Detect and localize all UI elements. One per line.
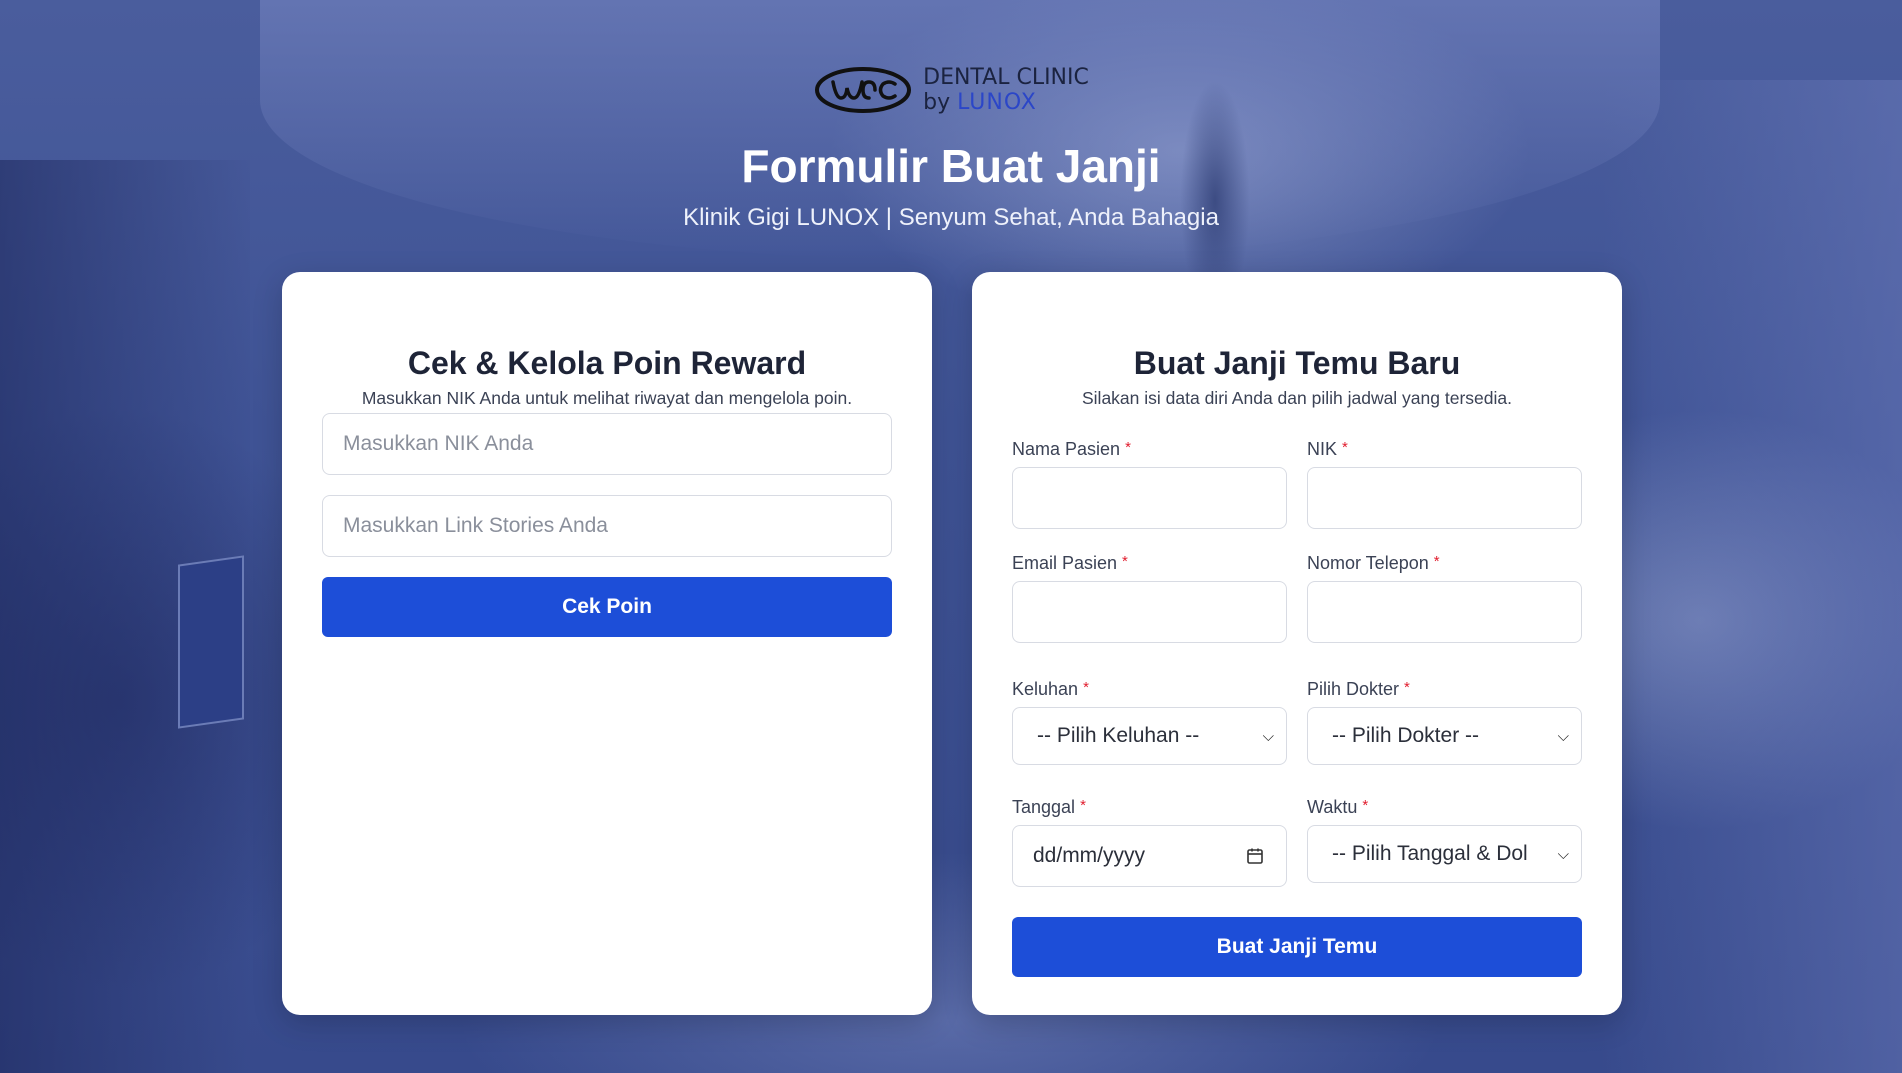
tooth-logo-icon [815,67,912,113]
field-nomor-telepon: Nomor Telepon * [1307,553,1582,643]
clinic-logo: DENTAL CLINIC by LUNOX [813,60,1089,120]
cek-poin-button[interactable]: Cek Poin [322,577,892,637]
field-email-pasien: Email Pasien * [1012,553,1287,643]
keluhan-label: Keluhan * [1012,679,1089,699]
required-mark: * [1122,553,1128,570]
required-mark: * [1080,797,1086,814]
nama-pasien-input[interactable] [1012,467,1287,529]
logo-by: by [923,90,951,115]
field-keluhan: Keluhan * -- Pilih Keluhan -- ⌵ [1012,679,1287,765]
logo-text: DENTAL CLINIC by LUNOX [923,65,1089,115]
pilih-dokter-select[interactable]: -- Pilih Dokter -- ⌵ [1307,707,1582,765]
reward-card: Cek & Kelola Poin Reward Masukkan NIK An… [282,272,932,1015]
reward-description: Masukkan NIK Anda untuk melihat riwayat … [361,388,853,408]
waktu-label: Waktu * [1307,797,1369,817]
page-title: Formulir Buat Janji [741,140,1161,192]
dokter-selected-value: -- Pilih Dokter -- [1332,724,1480,747]
email-pasien-input[interactable] [1012,581,1287,643]
appointment-title: Buat Janji Temu Baru [1133,345,1461,381]
nomor-telepon-input[interactable] [1307,581,1582,643]
keluhan-select[interactable]: -- Pilih Keluhan -- ⌵ [1012,707,1287,765]
reward-stories-link-input[interactable] [322,495,892,557]
nik-label: NIK * [1307,439,1348,459]
pilih-dokter-label: Pilih Dokter * [1307,679,1410,699]
email-pasien-label: Email Pasien * [1012,553,1128,573]
required-mark: * [1083,679,1089,696]
tanggal-label: Tanggal * [1012,797,1086,817]
tanggal-placeholder: dd/mm/yyyy [1033,844,1146,867]
field-nik: NIK * [1307,439,1582,529]
reward-title: Cek & Kelola Poin Reward [407,345,807,381]
nik-input[interactable] [1307,467,1582,529]
buat-janji-temu-button[interactable]: Buat Janji Temu [1012,917,1582,977]
background-sign [178,555,244,729]
chevron-down-icon: ⌵ [1262,727,1274,745]
waktu-selected-value: -- Pilih Tanggal & Dol [1332,842,1528,865]
reward-nik-input[interactable] [322,413,892,475]
logo-brand: LUNOX [957,90,1037,115]
field-nama-pasien: Nama Pasien * [1012,439,1287,529]
chevron-down-icon: ⌵ [1557,845,1569,863]
required-mark: * [1433,553,1440,570]
tanggal-date-input[interactable]: dd/mm/yyyy [1012,825,1287,887]
field-waktu: Waktu * -- Pilih Tanggal & Dol ⌵ [1307,797,1582,887]
logo-line-dental-clinic: DENTAL CLINIC [923,65,1089,90]
required-mark: * [1125,439,1131,456]
required-mark: * [1342,439,1348,456]
page-subtitle: Klinik Gigi LUNOX | Senyum Sehat, Anda B… [683,204,1219,231]
required-mark: * [1362,797,1369,814]
nomor-telepon-label: Nomor Telepon * [1307,553,1440,573]
chevron-down-icon: ⌵ [1557,727,1569,745]
appointment-form-grid: Nama Pasien * NIK * Email Pasien * Nomor Te… [1012,439,1582,911]
required-mark: * [1404,679,1410,696]
field-tanggal: Tanggal * dd/mm/yyyy [1012,797,1287,887]
appointment-card: Buat Janji Temu Baru Silakan isi data di… [972,272,1622,1015]
field-pilih-dokter: Pilih Dokter * -- Pilih Dokter -- ⌵ [1307,679,1582,765]
nama-pasien-label: Nama Pasien * [1012,439,1131,459]
appointment-description: Silakan isi data diri Anda dan pilih jad… [1082,388,1512,408]
page-header: DENTAL CLINIC by LUNOX Formulir Buat Jan… [0,60,1902,232]
keluhan-selected-value: -- Pilih Keluhan -- [1037,724,1200,747]
waktu-select[interactable]: -- Pilih Tanggal & Dol ⌵ [1307,825,1582,883]
calendar-icon[interactable] [1246,847,1264,865]
